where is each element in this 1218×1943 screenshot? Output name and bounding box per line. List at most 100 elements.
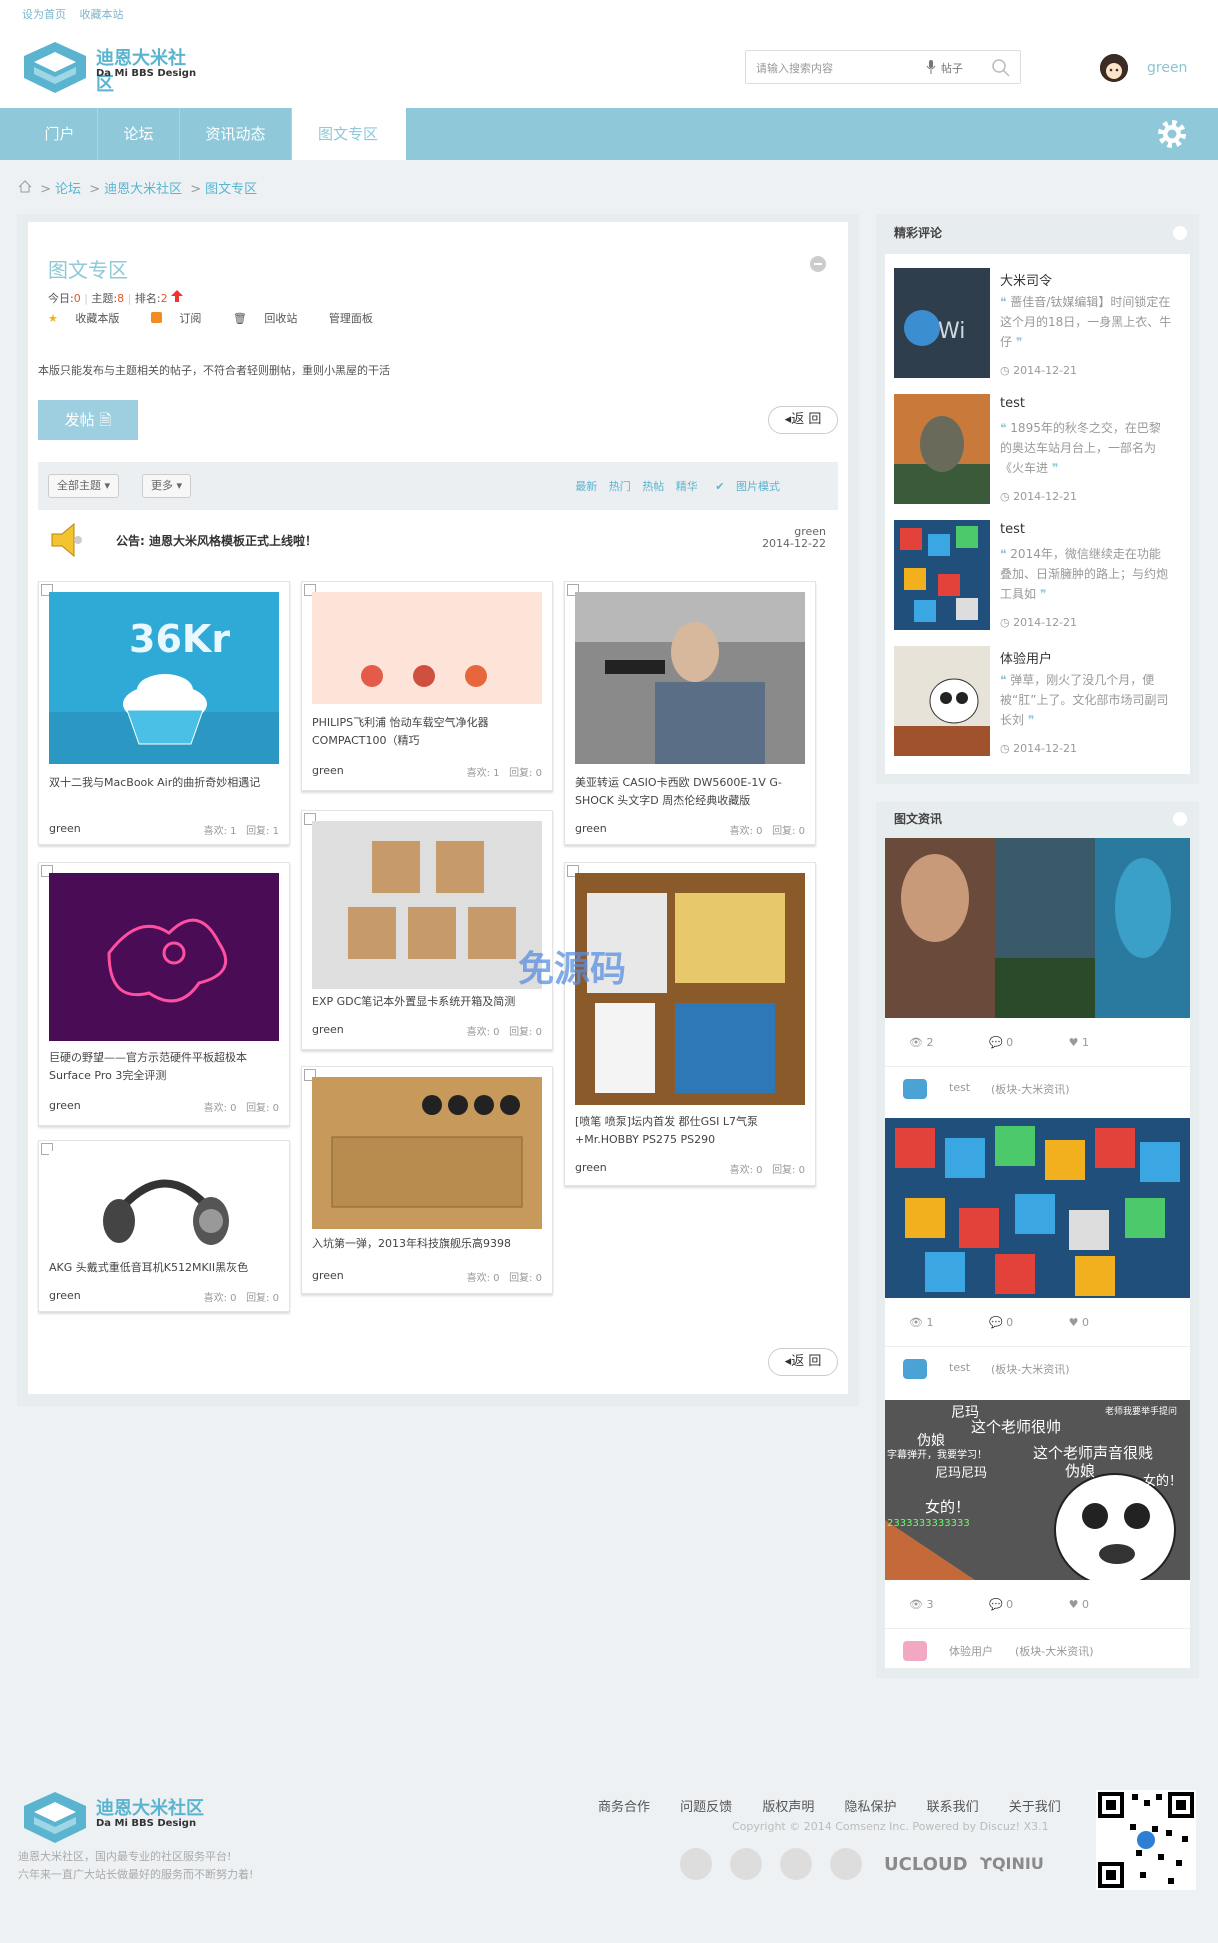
post-author[interactable]: green — [49, 1099, 81, 1112]
favorite-forum-button[interactable]: ★ 收藏本版 — [48, 312, 133, 325]
post-author[interactable]: green — [312, 1269, 344, 1282]
comment-author[interactable]: test — [1000, 522, 1025, 537]
announcement[interactable]: 公告: 迪恩大米风格模板正式上线啦！ green 2014-12-22 — [38, 514, 838, 568]
post-title[interactable]: AKG 头戴式重低音耳机K512MKII黑灰色 — [49, 1259, 279, 1277]
comment-item[interactable]: test ❝ 1895年的秋冬之交，在巴黎的奥达车站月台上，一部名为《火车进 ❞… — [894, 394, 1194, 509]
news-image[interactable] — [885, 1118, 1190, 1298]
sina-icon[interactable] — [830, 1848, 862, 1880]
post-author[interactable]: green — [575, 1161, 607, 1174]
search-type-select[interactable]: 帖子 — [941, 60, 963, 76]
post-card[interactable]: 入坑第一弹，2013年科技旗舰乐高9398 green 喜欢: 0 回复: 0 — [301, 1066, 553, 1294]
post-thumbnail[interactable] — [312, 592, 542, 704]
nav-portal[interactable]: 门户 — [22, 108, 98, 160]
footer-logo[interactable]: 迪恩大米社区 Da Mi BBS Design — [22, 1790, 204, 1848]
bookmark-link[interactable]: 收藏本站 — [80, 8, 124, 21]
set-homepage-link[interactable]: 设为首页 — [22, 8, 66, 21]
user-name[interactable]: green — [1147, 60, 1187, 76]
post-author[interactable]: green — [312, 1023, 344, 1036]
nav-news[interactable]: 资讯动态 — [180, 108, 292, 160]
news-author[interactable]: 体验用户 — [949, 1643, 993, 1659]
comment-author[interactable]: 体验用户 — [1000, 648, 1052, 667]
comment-item[interactable]: test ❝ 2014年，微信继续走在功能叠加、日渐臃肿的路上；与约炮工具如 ❞… — [894, 520, 1194, 635]
admin-panel-button[interactable]: 管理面板 — [329, 312, 373, 325]
post-thumbnail[interactable]: 36Kr — [49, 592, 279, 764]
news-board[interactable]: (板块-大米资讯) — [1015, 1643, 1094, 1659]
post-thumbnail[interactable] — [312, 1077, 542, 1229]
news-author[interactable]: test — [949, 1361, 970, 1374]
post-card[interactable]: 美亚转运 CASIO卡西欧 DW5600E-1V G-SHOCK 头文字D 周杰… — [564, 581, 816, 845]
more-dropdown[interactable]: 更多 ▾ — [142, 474, 192, 498]
gear-icon[interactable] — [1156, 118, 1188, 150]
sort-hot[interactable]: 热门 — [609, 480, 631, 493]
footer-link-contact[interactable]: 联系我们 — [927, 1800, 979, 1815]
comment-author[interactable]: test — [1000, 396, 1025, 411]
post-author[interactable]: green — [575, 822, 607, 835]
breadcrumb-item[interactable]: 迪恩大米社区 — [104, 182, 182, 197]
weibo-icon[interactable] — [680, 1848, 712, 1880]
breadcrumb-item[interactable]: 论坛 — [55, 182, 81, 197]
post-author[interactable]: green — [312, 764, 344, 777]
post-title[interactable]: 入坑第一弹，2013年科技旗舰乐高9398 — [312, 1235, 542, 1253]
all-topics-dropdown[interactable]: 全部主题 ▾ — [48, 474, 120, 498]
nav-gallery[interactable]: 图文专区 — [292, 108, 404, 160]
search-icon[interactable] — [992, 59, 1010, 80]
recycle-bin-button[interactable]: 🗑 回收站 — [233, 312, 311, 325]
avatar[interactable] — [903, 1079, 927, 1099]
post-card[interactable]: [喷笔 喷泵]坛内首发 郡仕GSI L7气泵+Mr.HOBBY PS275 PS… — [564, 862, 816, 1186]
site-logo[interactable]: 迪恩大米社区 Da Mi BBS Design — [22, 40, 202, 95]
news-author[interactable]: test — [949, 1081, 970, 1094]
news-board[interactable]: (板块-大米资讯) — [991, 1361, 1070, 1377]
comment-thumbnail[interactable] — [894, 520, 990, 630]
post-card[interactable]: 巨硬の野望——官方示范硬件平板超极本Surface Pro 3完全评测 gree… — [38, 862, 290, 1126]
ucloud-logo[interactable]: UCLOUD — [884, 1854, 968, 1875]
wechat-icon[interactable] — [730, 1848, 762, 1880]
breadcrumb-item[interactable]: 图文专区 — [205, 182, 257, 197]
user-avatar[interactable] — [1100, 54, 1128, 82]
sort-digest[interactable]: 精华 — [676, 480, 698, 493]
new-post-button[interactable]: 发帖 🗎 — [38, 400, 138, 440]
post-author[interactable]: green — [49, 1289, 81, 1302]
comment-thumbnail[interactable]: Wi — [894, 268, 990, 378]
post-thumbnail[interactable] — [575, 592, 805, 764]
post-title[interactable]: PHILIPS飞利浦 怡动车载空气净化器COMPACT100（精巧 — [312, 714, 542, 750]
post-thumbnail[interactable] — [49, 1151, 279, 1259]
post-thumbnail[interactable] — [312, 821, 542, 989]
sort-latest[interactable]: 最新 — [575, 480, 597, 493]
qiniu-logo[interactable]: ϒQINIU — [980, 1854, 1044, 1873]
post-title[interactable]: [喷笔 喷泵]坛内首发 郡仕GSI L7气泵+Mr.HOBBY PS275 PS… — [575, 1113, 805, 1149]
search-box[interactable]: 请输入搜索内容 帖子 — [745, 50, 1021, 84]
comment-thumbnail[interactable] — [894, 394, 990, 504]
qq-icon[interactable] — [780, 1848, 812, 1880]
footer-link-about[interactable]: 关于我们 — [1009, 1800, 1061, 1815]
nav-forum[interactable]: 论坛 — [98, 108, 180, 160]
search-input[interactable]: 请输入搜索内容 — [756, 60, 833, 76]
footer-link-privacy[interactable]: 隐私保护 — [844, 1800, 896, 1815]
footer-link-copyright[interactable]: 版权声明 — [762, 1800, 814, 1815]
collapse-icon[interactable] — [810, 256, 826, 272]
post-card[interactable]: PHILIPS飞利浦 怡动车载空气净化器COMPACT100（精巧 green … — [301, 581, 553, 791]
collapse-icon[interactable] — [1173, 812, 1187, 826]
post-title[interactable]: EXP GDC笔记本外置显卡系统开箱及简测 — [312, 993, 542, 1011]
microphone-icon[interactable] — [926, 60, 936, 77]
avatar[interactable] — [903, 1359, 927, 1379]
sort-hot-posts[interactable]: 热帖 — [642, 480, 664, 493]
news-image[interactable] — [885, 838, 1190, 1018]
news-image[interactable]: 尼玛 这个老师很帅 伪娘 这个老师声音很贱 尼玛尼玛 伪娘 女的！ 女的！ 老师… — [885, 1400, 1190, 1580]
post-card[interactable]: AKG 头戴式重低音耳机K512MKII黑灰色 green 喜欢: 0 回复: … — [38, 1140, 290, 1312]
comment-thumbnail[interactable] — [894, 646, 990, 756]
footer-link-feedback[interactable]: 问题反馈 — [680, 1800, 732, 1815]
subscribe-button[interactable]: 订阅 — [150, 312, 216, 325]
post-author[interactable]: green — [49, 822, 81, 835]
comment-item[interactable]: 体验用户 ❝ 弹草，刚火了没几个月，便被“肛”上了。文化部市场司副司长刘 ❞ ◷… — [894, 646, 1194, 761]
avatar[interactable] — [903, 1641, 927, 1661]
notice-text[interactable]: 迪恩大米风格模板正式上线啦！ — [149, 534, 317, 548]
news-board[interactable]: (板块-大米资讯) — [991, 1081, 1070, 1097]
post-thumbnail[interactable] — [49, 873, 279, 1041]
collapse-icon[interactable] — [1173, 226, 1187, 240]
post-title[interactable]: 美亚转运 CASIO卡西欧 DW5600E-1V G-SHOCK 头文字D 周杰… — [575, 774, 805, 810]
post-card[interactable]: EXP GDC笔记本外置显卡系统开箱及简测 green 喜欢: 0 回复: 0 — [301, 810, 553, 1050]
pic-mode-toggle[interactable]: ✔ 图片模式 — [715, 480, 780, 493]
footer-link-business[interactable]: 商务合作 — [598, 1800, 650, 1815]
post-title[interactable]: 双十二我与MacBook Air的曲折奇妙相遇记 — [49, 774, 279, 792]
back-button[interactable]: ◂返 回 — [768, 406, 838, 434]
